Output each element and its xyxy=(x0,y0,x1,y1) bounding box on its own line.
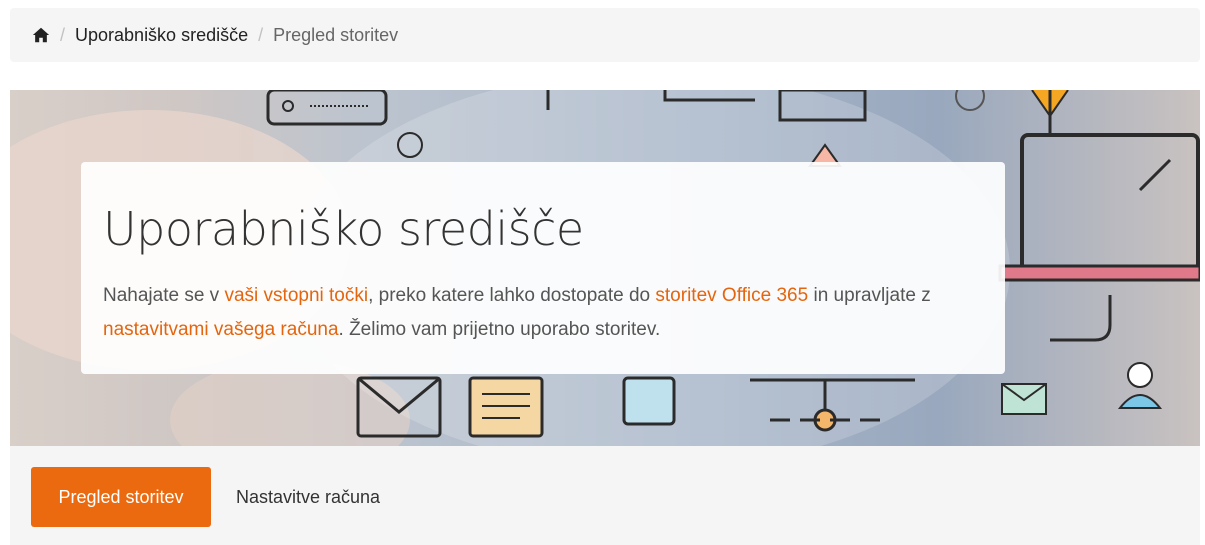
link-office-365-services[interactable]: storitev Office 365 xyxy=(655,285,808,306)
breadcrumb-separator: / xyxy=(258,24,264,45)
hero-title: Uporabniško središče xyxy=(103,202,584,256)
breadcrumb: / Uporabniško središče / Pregled storite… xyxy=(10,8,1200,62)
hero-text-segment: , preko katere lahko dostopate do xyxy=(368,285,656,306)
link-entry-point[interactable]: vaši vstopni točki xyxy=(224,285,368,306)
tab-account-settings[interactable]: Nastavitve računa xyxy=(236,467,380,527)
home-icon[interactable] xyxy=(32,26,50,44)
link-account-settings[interactable]: nastavitvami vašega računa xyxy=(103,319,339,340)
hero-description: Nahajate se v vaši vstopni točki, preko … xyxy=(103,279,993,347)
hero-text-segment: in upravljate z xyxy=(808,285,931,306)
breadcrumb-separator: / xyxy=(60,24,66,45)
hero-card: Uporabniško središče Nahajate se v vaši … xyxy=(81,162,1005,374)
hero-text-segment: . Želimo vam prijetno uporabo storitev. xyxy=(338,319,661,340)
tab-service-overview[interactable]: Pregled storitev xyxy=(31,467,211,527)
breadcrumb-link-user-center[interactable]: Uporabniško središče xyxy=(75,25,248,46)
hero-banner: Uporabniško središče Nahajate se v vaši … xyxy=(10,90,1200,446)
tabs-bar: Pregled storitev Nastavitve računa xyxy=(10,446,1200,545)
breadcrumb-current: Pregled storitev xyxy=(273,24,399,45)
hero-text-segment: Nahajate se v xyxy=(103,285,225,306)
